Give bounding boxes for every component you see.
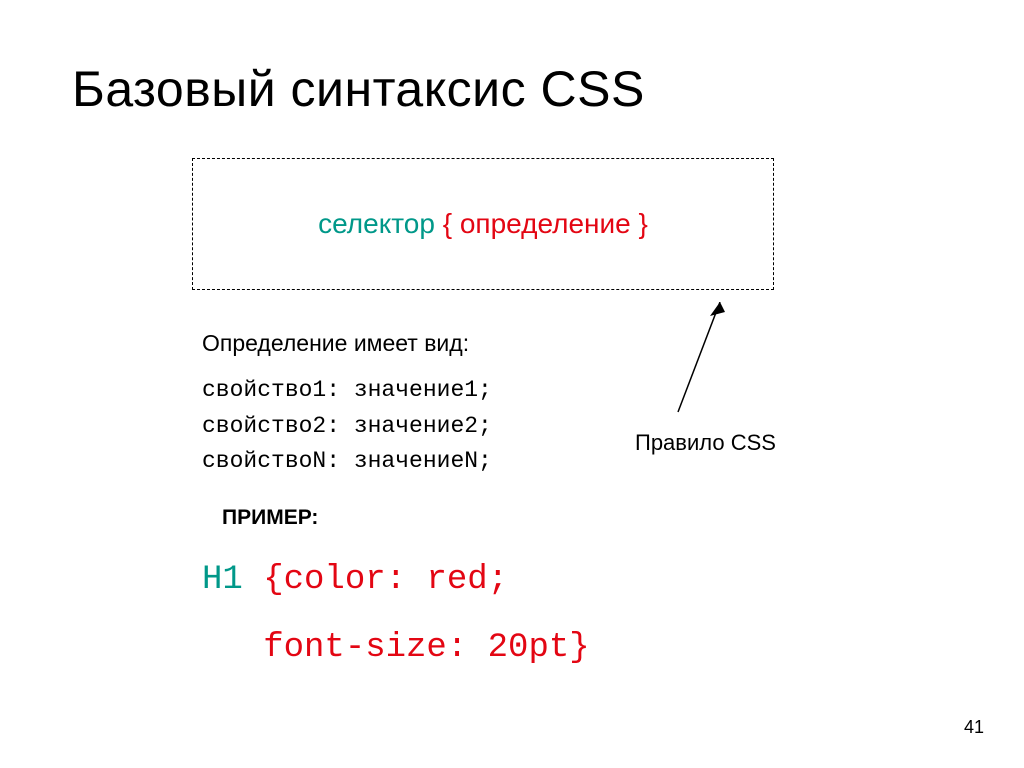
definition-text: определение xyxy=(460,208,631,239)
property-list: свойство1: значение1; свойство2: значени… xyxy=(202,373,952,480)
css-rule-box: селектор { определение } xyxy=(192,158,774,290)
example-selector: H1 xyxy=(202,561,243,599)
property-line: свойство2: значение2; xyxy=(202,409,952,445)
rule-caption: Правило CSS xyxy=(635,430,776,456)
example-body-1: {color: red; xyxy=(243,561,508,599)
example-code: H1 {color: red; font-size: 20pt} xyxy=(202,546,952,682)
example-body-2: font-size: 20pt} xyxy=(202,629,590,667)
property-line: свойство1: значение1; xyxy=(202,373,952,409)
slide-title: Базовый синтаксис CSS xyxy=(72,60,952,118)
brace-close: } xyxy=(638,208,647,239)
property-line: свойствоN: значениеN; xyxy=(202,444,952,480)
definition-subtitle: Определение имеет вид: xyxy=(202,330,952,357)
selector-text: селектор xyxy=(318,208,435,239)
page-number: 41 xyxy=(964,717,984,738)
brace-open: { xyxy=(443,208,452,239)
example-label: ПРИМЕР: xyxy=(222,506,952,530)
